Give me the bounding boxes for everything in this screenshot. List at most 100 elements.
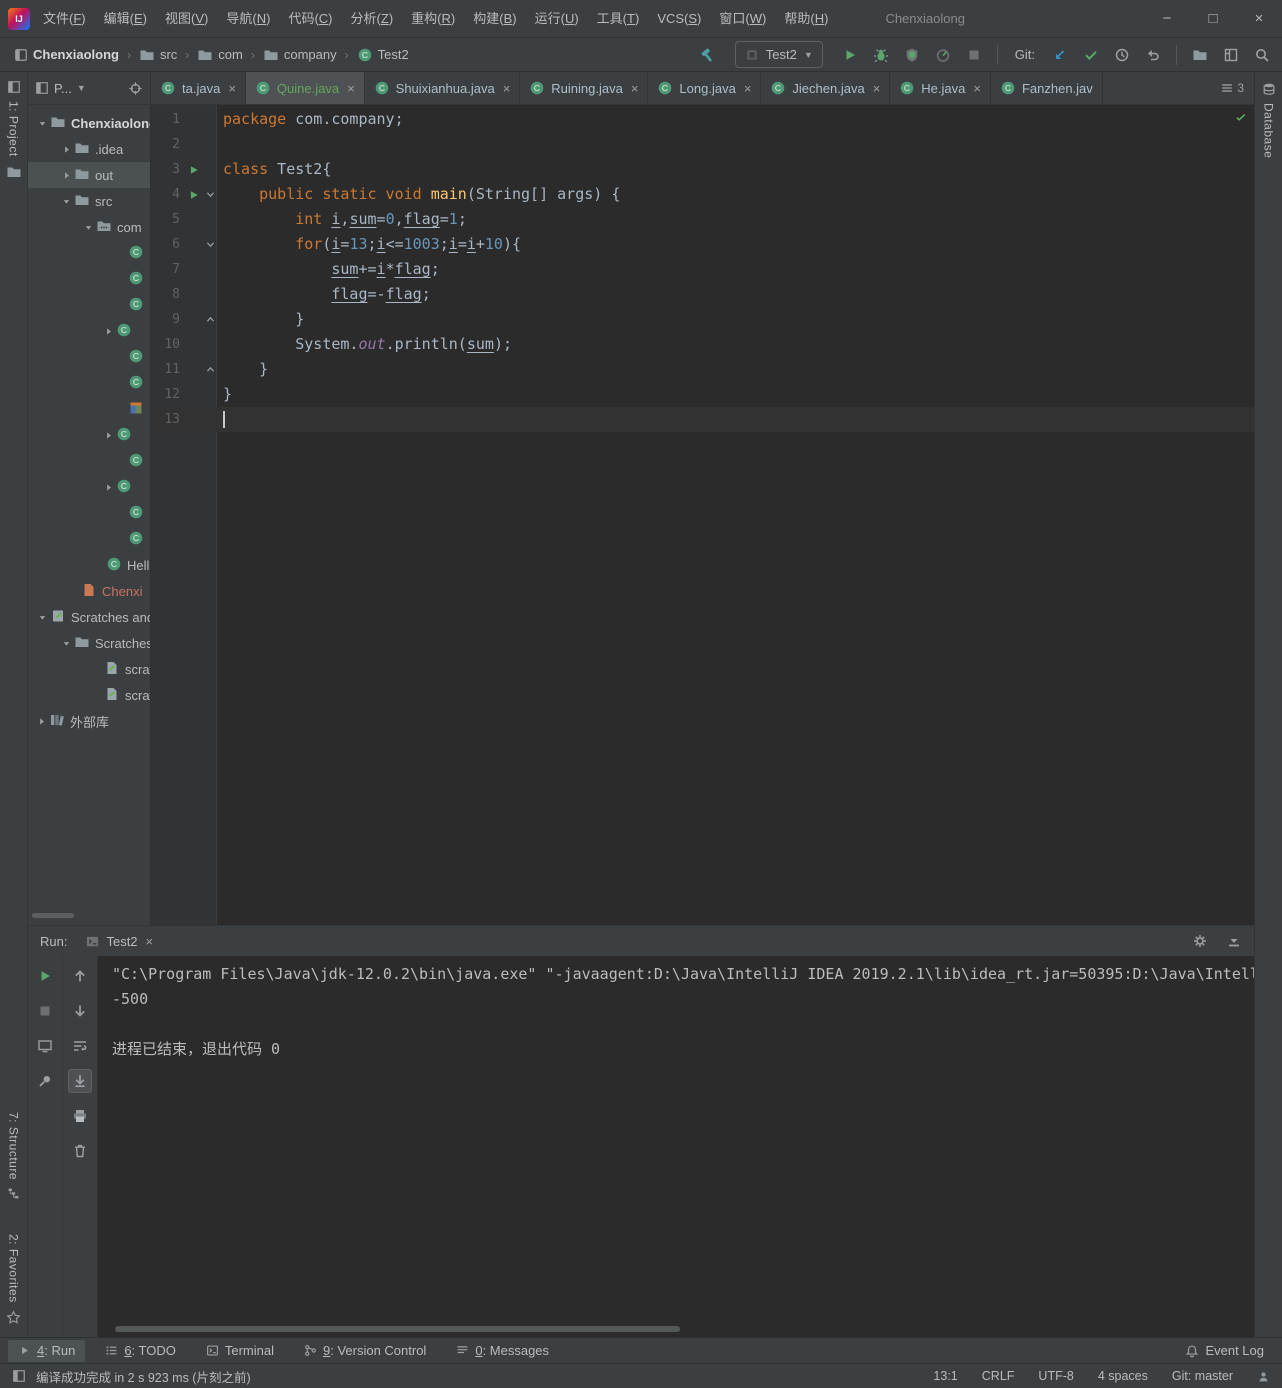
tree-item-class-11[interactable] (28, 396, 150, 422)
tool-button-project[interactable]: 1: Project (0, 80, 27, 180)
menu-item-0[interactable]: 文件(F) (34, 0, 95, 38)
show-console-button[interactable] (33, 1034, 57, 1058)
project-structure-button[interactable] (1192, 47, 1208, 63)
tree-horizontal-scrollbar[interactable] (32, 913, 74, 918)
print-button[interactable] (68, 1104, 92, 1128)
tree-item-src[interactable]: src (28, 188, 150, 214)
close-icon[interactable]: × (973, 81, 981, 96)
editor-line-1[interactable]: 1 package com.company; (151, 107, 1254, 132)
tree-item-class-5[interactable]: C (28, 240, 150, 266)
breadcrumb-item-com[interactable]: com (197, 47, 243, 63)
tree-open-arrow-icon[interactable] (37, 612, 48, 623)
editor-line-11[interactable]: 11 } (151, 357, 1254, 382)
menu-item-3[interactable]: 导航(N) (217, 0, 279, 38)
editor-tab-Ruining.java[interactable]: C Ruining.java × (520, 72, 649, 104)
run-line-icon[interactable] (189, 165, 199, 175)
tool-button-favorites[interactable]: 2: Favorites (0, 1234, 27, 1325)
editor-line-12[interactable]: 12} (151, 382, 1254, 407)
tree-item-class-16[interactable]: C (28, 526, 150, 552)
tree-open-arrow-icon[interactable] (61, 638, 72, 649)
scroll-to-end-button[interactable] (68, 1069, 92, 1093)
breadcrumb-item-company[interactable]: company (263, 47, 337, 63)
tree-closed-arrow-icon[interactable] (61, 170, 72, 181)
fold-open-icon[interactable] (205, 189, 216, 200)
locate-file-button[interactable] (128, 81, 143, 96)
close-icon[interactable]: × (347, 81, 355, 96)
project-view-dropdown[interactable]: P... (54, 81, 72, 96)
editor-line-9[interactable]: 9 } (151, 307, 1254, 332)
close-icon[interactable]: × (228, 81, 236, 96)
tree-open-arrow-icon[interactable] (37, 118, 48, 129)
tree-item-class-14[interactable]: C (28, 474, 150, 500)
search-everywhere-button[interactable] (1254, 47, 1270, 63)
tree-closed-arrow-icon[interactable] (103, 482, 114, 493)
fold-close-icon[interactable] (205, 314, 216, 325)
git-history-button[interactable] (1114, 47, 1130, 63)
indent-style[interactable]: 4 spaces (1098, 1369, 1148, 1383)
tree-item-Chenxi[interactable]: Chenxi (28, 578, 150, 604)
menu-item-7[interactable]: 构建(B) (464, 0, 525, 38)
editor-line-13[interactable]: 13 (151, 407, 1254, 432)
console-horizontal-scrollbar[interactable] (115, 1326, 680, 1332)
run-line-icon[interactable] (189, 190, 199, 200)
up-stack-trace-button[interactable] (68, 964, 92, 988)
tree-item-class-13[interactable]: C (28, 448, 150, 474)
editor-line-5[interactable]: 5 int i,sum=0,flag=1; (151, 207, 1254, 232)
highlighting-level-icon[interactable] (1257, 1370, 1270, 1383)
run-settings-button[interactable] (1192, 933, 1208, 949)
editor-line-6[interactable]: 6 for(i=13;i<=1003;i=i+10){ (151, 232, 1254, 257)
close-icon[interactable]: × (146, 934, 154, 949)
tree-item-.idea[interactable]: .idea (28, 136, 150, 162)
minimize-button[interactable]: − (1144, 0, 1190, 38)
debug-button[interactable] (873, 47, 889, 63)
tree-item-Chenxiaolong[interactable]: Chenxiaolong (28, 110, 150, 136)
run-config-select[interactable]: Test2 ▼ (734, 41, 823, 68)
menu-item-11[interactable]: 窗口(W) (710, 0, 775, 38)
menu-item-8[interactable]: 运行(U) (526, 0, 588, 38)
console-output[interactable]: "C:\Program Files\Java\jdk-12.0.2\bin\ja… (98, 956, 1254, 1337)
profiler-button[interactable] (935, 47, 951, 63)
tree-closed-arrow-icon[interactable] (103, 430, 114, 441)
tree-item-class-9[interactable]: C (28, 344, 150, 370)
breadcrumb-item-Chenxiaolong[interactable]: Chenxiaolong (14, 47, 119, 62)
tree-item-class-12[interactable]: C (28, 422, 150, 448)
tool-button-structure[interactable]: 7: Structure (0, 1112, 27, 1200)
rerun-button[interactable] (33, 964, 57, 988)
git-rollback-button[interactable] (1145, 47, 1161, 63)
close-icon[interactable]: × (631, 81, 639, 96)
tree-open-arrow-icon[interactable] (61, 196, 72, 207)
code-editor[interactable]: 1 package com.company; 2 3 class Test2{4 pub… (151, 105, 1254, 925)
menu-item-6[interactable]: 重构(R) (402, 0, 464, 38)
editor-line-4[interactable]: 4 public static void main(String[] args)… (151, 182, 1254, 207)
tree-open-arrow-icon[interactable] (83, 222, 94, 233)
toolwindow-version-control-button[interactable]: 9: Version Control (294, 1340, 436, 1362)
maximize-button[interactable]: □ (1190, 0, 1236, 38)
pin-tab-button[interactable] (33, 1069, 57, 1093)
build-icon[interactable] (700, 47, 716, 63)
tree-item-scratch[interactable]: scratch (28, 656, 150, 682)
editor-tab-ta.java[interactable]: Cta.java × (151, 72, 246, 104)
editor-line-10[interactable]: 10 System.out.println(sum); (151, 332, 1254, 357)
run-tab[interactable]: Test2 × (77, 926, 161, 956)
toolwindow-toggle-icon[interactable] (12, 1369, 26, 1383)
run-button[interactable] (842, 47, 858, 63)
stop-button[interactable] (33, 999, 57, 1023)
toolwindow-messages-button[interactable]: 0: Messages (446, 1340, 559, 1362)
toolwindow-todo-button[interactable]: 6: TODO (95, 1340, 186, 1362)
editor-tab-Shuixianhua.java[interactable]: C Shuixianhua.java × (365, 72, 521, 104)
down-stack-trace-button[interactable] (68, 999, 92, 1023)
tree-item-com[interactable]: com (28, 214, 150, 240)
restore-layout-button[interactable] (1223, 47, 1239, 63)
tree-closed-arrow-icon[interactable] (36, 716, 47, 727)
close-icon[interactable]: × (744, 81, 752, 96)
tree-item-class-15[interactable]: C (28, 500, 150, 526)
fold-close-icon[interactable] (205, 364, 216, 375)
tree-item-外部库[interactable]: 外部库 (28, 708, 150, 734)
hide-panel-button[interactable] (1226, 933, 1242, 949)
tree-item-out[interactable]: out (28, 162, 150, 188)
git-update-button[interactable] (1052, 47, 1068, 63)
event-log-button[interactable]: Event Log (1175, 1340, 1274, 1362)
tree-closed-arrow-icon[interactable] (61, 144, 72, 155)
menu-item-2[interactable]: 视图(V) (156, 0, 217, 38)
tree-item-scratch[interactable]: scratch (28, 682, 150, 708)
